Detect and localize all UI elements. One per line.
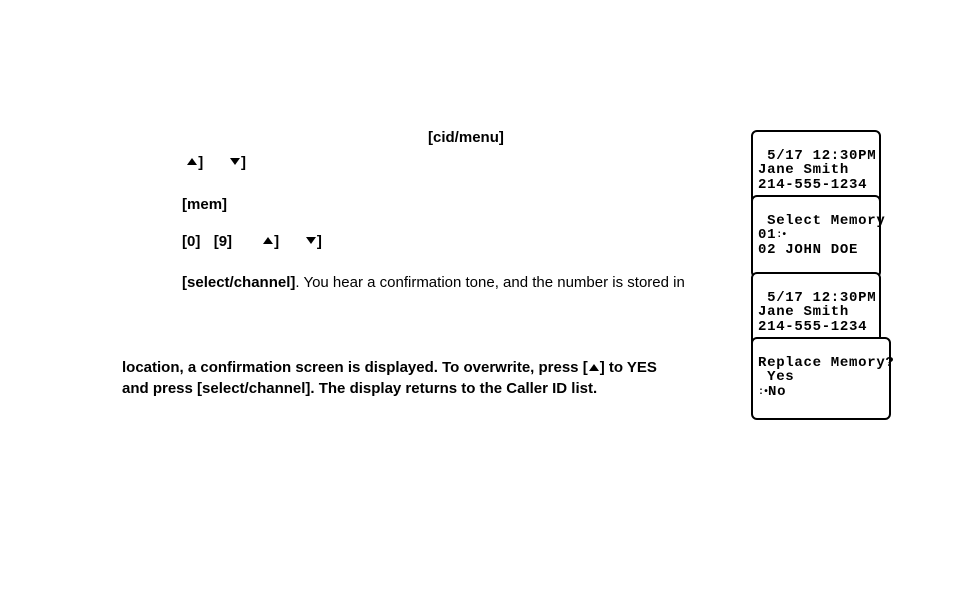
lcd3-line3: 214-555-1234 [758, 319, 867, 335]
step-4-text-c: , or [ [232, 233, 262, 250]
step-2-text-a: 2) Press [ [122, 154, 186, 171]
down-arrow-icon [229, 157, 241, 166]
step-4-text-e: to select the memory location. [322, 233, 525, 250]
lcd4-line2: Yes [758, 369, 794, 385]
step-4: 4) Press [0] - [9], or [] or [] to selec… [122, 232, 732, 252]
cursor-icon: :• [776, 231, 786, 242]
note-block: If the phone number and name are stored … [122, 338, 742, 399]
step-5: 5) Press [select/channel]. You hear a co… [122, 273, 732, 314]
step-5-text-a: 5) Press [122, 274, 182, 291]
step-2-text-c: to display the number you want to store. [246, 154, 516, 171]
down-arrow-icon-2 [305, 236, 317, 245]
lcd1-line2: Jane Smith [758, 162, 849, 178]
nine-button-label: [9] [214, 233, 232, 250]
lcd3-line1: 5/17 12:30PM [758, 290, 876, 306]
lcd3-line2: Jane Smith [758, 304, 849, 320]
lcd-replace-memory: Replace Memory? Yes :•No [751, 337, 891, 420]
lcd2-line2: 01:• [758, 227, 786, 243]
step-2-text-b: or [ [203, 154, 229, 171]
step-5-text-c: memory. [122, 294, 179, 311]
zero-button-label: [0] [182, 233, 200, 250]
step-3: 3) Press [mem]. [122, 195, 732, 215]
select-channel-button-label: [select/channel] [182, 274, 295, 291]
step-4-text-b: - [200, 233, 213, 250]
cursor-icon-2: :• [758, 388, 768, 399]
step-1-text-a: 1) When the phone is in standby mode, pr… [122, 129, 428, 146]
up-arrow-icon-2 [262, 236, 274, 245]
up-arrow-icon [186, 157, 198, 166]
step-2: 2) Press [] or [] to display the number … [122, 153, 732, 173]
page: 1) When the phone is in standby mode, pr… [0, 0, 954, 609]
step-3-text-a: 3) Press [122, 196, 182, 213]
lcd4-line1: Replace Memory? [758, 355, 895, 371]
lcd2-line3: 02 JOHN DOE [758, 242, 858, 258]
step-4-text-a: 4) Press [122, 233, 182, 250]
step-3-text-b: . [227, 196, 231, 213]
lcd4-line3: :•No [758, 384, 786, 400]
step-4-text-d: or [ [279, 233, 305, 250]
lcd1-line3: 214-555-1234 [758, 177, 867, 193]
lcd2-line1: Select Memory [758, 213, 885, 229]
up-arrow-icon-3 [588, 363, 600, 372]
cid-menu-button-label: [cid/menu] [428, 129, 504, 146]
step-1: 1) When the phone is in standby mode, pr… [122, 128, 732, 148]
note-line-1b: location, a confirmation screen is displ… [122, 359, 588, 376]
step-5-text-b: . You hear a confirmation tone, and the … [295, 274, 684, 291]
note-line-1c: ] to YES [600, 359, 657, 376]
note-line-2: and press [select/channel]. The display … [122, 380, 597, 397]
step-1-text-b: . [504, 129, 508, 146]
note-line-1a: If the phone number and name are stored … [122, 339, 588, 356]
lcd-select-memory: Select Memory 01:• 02 JOHN DOE [751, 195, 881, 278]
lcd1-line1: 5/17 12:30PM [758, 148, 876, 164]
mem-button-label: [mem] [182, 196, 227, 213]
